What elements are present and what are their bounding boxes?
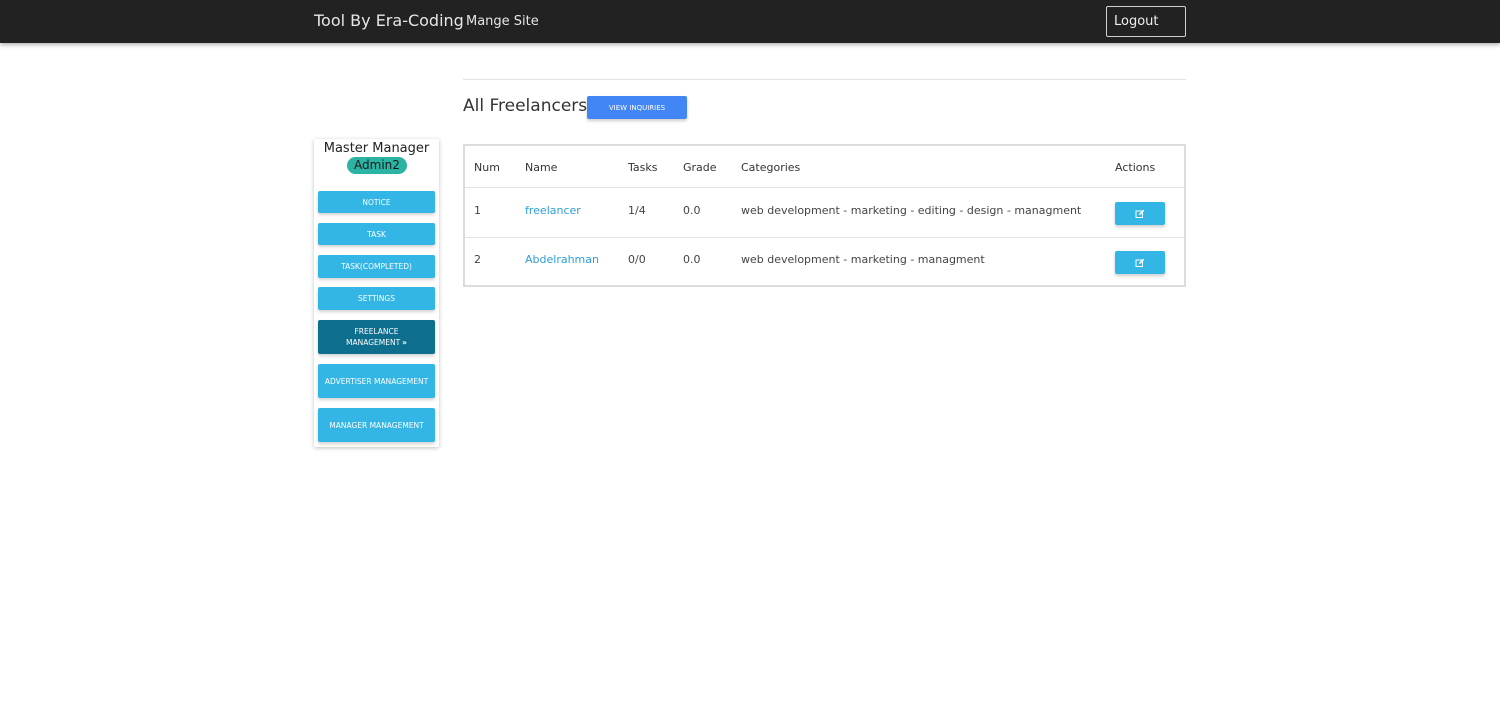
page-title: All Freelancers	[463, 96, 588, 116]
divider	[463, 79, 1186, 80]
row-grade: 0.0	[683, 204, 701, 217]
column-header-grade: Grade	[683, 161, 717, 174]
view-inquiries-button[interactable]: View Inquiries	[587, 96, 687, 119]
logout-button[interactable]: Logout	[1106, 6, 1186, 37]
sidebar-item-task[interactable]: Task	[318, 223, 435, 245]
brand-link[interactable]: Tool By Era-Coding	[314, 11, 464, 30]
freelancers-table: Num Name Tasks Grade Categories Actions …	[463, 144, 1186, 287]
edit-icon	[1135, 258, 1145, 267]
row-grade: 0.0	[683, 253, 701, 266]
column-header-tasks: Tasks	[628, 161, 658, 174]
sidebar-item-label: Task	[367, 229, 386, 239]
row-divider	[465, 237, 1184, 238]
sidebar-item-label: Task(Completed)	[341, 262, 412, 271]
row-divider	[465, 187, 1184, 188]
column-header-actions: Actions	[1115, 161, 1156, 174]
edit-icon	[1135, 209, 1145, 218]
double-chevron-right-icon: »	[402, 338, 408, 347]
column-header-categories: Categories	[741, 161, 801, 174]
sidebar-item-label: Advertiser Management	[324, 376, 429, 386]
sidebar-item-task-completed[interactable]: Task(Completed)	[318, 255, 435, 278]
column-header-name: Name	[525, 161, 558, 174]
row-tasks: 1/4	[628, 204, 646, 217]
freelancer-name-link[interactable]: Abdelrahman	[525, 253, 599, 266]
sidebar-item-freelance-management[interactable]: Freelance Management»	[318, 320, 435, 354]
sidebar-item-advertiser-management[interactable]: Advertiser Management	[318, 364, 435, 398]
sidebar-item-manager-management[interactable]: Manager Management	[318, 408, 435, 442]
row-categories: web development - marketing - managment	[741, 253, 985, 266]
row-categories: web development - marketing - editing - …	[741, 204, 1082, 217]
sidebar-item-settings[interactable]: Settings	[318, 287, 435, 310]
edit-button[interactable]	[1115, 251, 1165, 274]
column-header-num: Num	[474, 161, 500, 174]
edit-button[interactable]	[1115, 202, 1165, 225]
sidebar-item-notice[interactable]: Notice	[318, 191, 435, 213]
sidebar-item-label: Settings	[358, 294, 395, 303]
manage-site-link[interactable]: Mange Site	[466, 14, 539, 29]
sidebar-item-label: Freelance Management»	[345, 327, 408, 347]
user-badge: Admin2	[347, 157, 407, 174]
row-num: 2	[474, 253, 481, 266]
sidebar-title: Master Manager	[323, 141, 430, 156]
sidebar-item-label: Notice	[362, 197, 391, 207]
sidebar-panel: Master Manager Admin2 Notice Task Task(C…	[314, 139, 439, 447]
sidebar-item-label: Manager Management	[329, 420, 424, 430]
row-tasks: 0/0	[628, 253, 646, 266]
freelancer-name-link[interactable]: freelancer	[525, 204, 581, 217]
top-navbar: Tool By Era-Coding Mange Site Logout	[0, 0, 1500, 43]
row-num: 1	[474, 204, 481, 217]
